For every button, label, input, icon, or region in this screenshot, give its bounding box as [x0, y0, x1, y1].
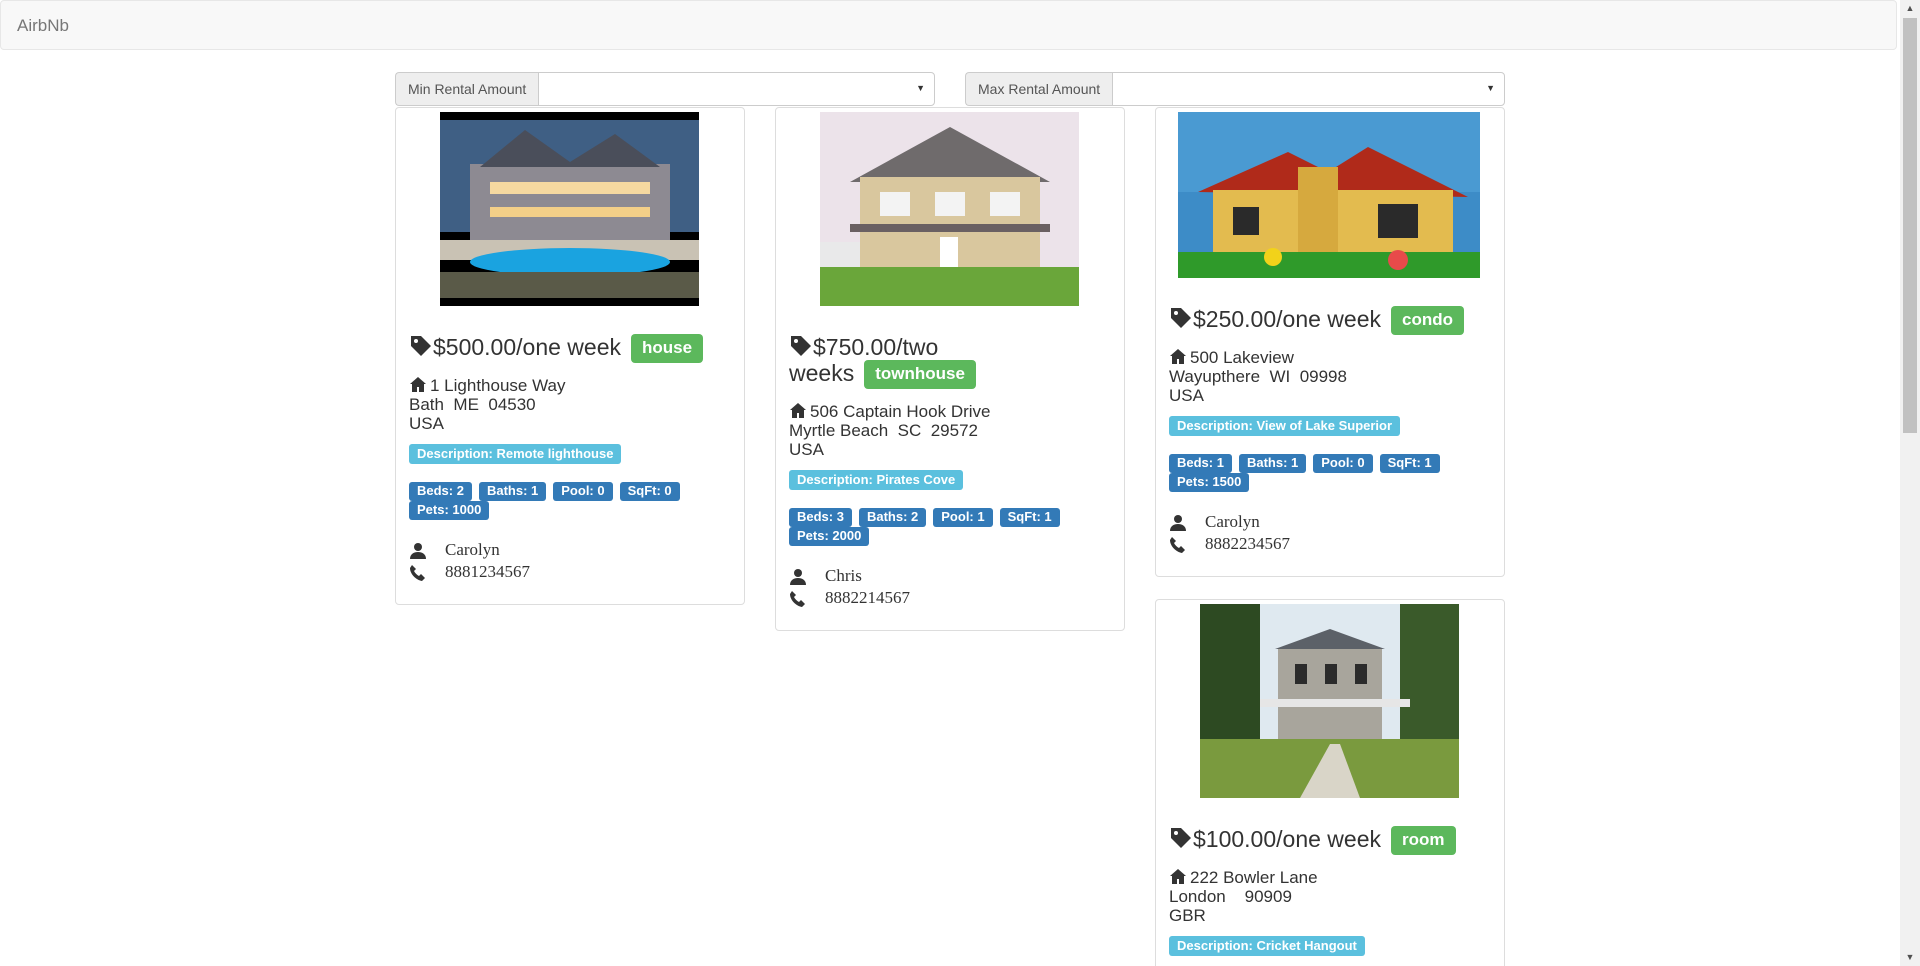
listing-price-row: $500.00/one week house — [409, 334, 704, 363]
listing-street: 1 Lighthouse Way — [430, 376, 566, 395]
max-rental-filter: Max Rental Amount ▼ — [965, 72, 1505, 106]
listing-price-row: $100.00/one week room — [1169, 826, 1456, 855]
page-scrollbar[interactable]: ▲ ▼ — [1900, 0, 1920, 966]
listing-city-line: London 90909 — [1169, 887, 1292, 906]
scroll-up-arrow-icon[interactable]: ▲ — [1900, 0, 1920, 17]
pets-badge: Pets: 2000 — [789, 527, 870, 546]
listing-card[interactable]: $500.00/one week house 1 Lighthouse Way B… — [395, 107, 745, 605]
home-icon — [790, 403, 806, 418]
max-rental-select[interactable]: ▼ — [1112, 72, 1505, 106]
listing-stats: Beds: 2 Baths: 1 Pool: 0 SqFt: 0 Pets: 1… — [409, 482, 709, 520]
user-icon — [790, 568, 806, 585]
listing-city-line: Myrtle Beach SC 29572 — [789, 421, 978, 440]
listing-country: USA — [1169, 386, 1204, 405]
listing-city-line: Bath ME 04530 — [409, 395, 536, 414]
listing-address: 222 Bowler Lane London 90909 GBR — [1169, 868, 1318, 925]
listing-address: 500 Lakeview Wayupthere WI 09998 USA — [1169, 348, 1347, 405]
phone-icon — [790, 590, 805, 607]
home-icon — [1170, 349, 1186, 364]
listing-card[interactable]: $100.00/one week room 222 Bowler Lane Lon… — [1155, 599, 1505, 966]
owner-phone: 8882234567 — [1205, 534, 1290, 553]
tag-icon — [411, 336, 431, 356]
beds-badge: Beds: 2 — [409, 482, 472, 501]
listing-price-row: $250.00/one week condo — [1169, 306, 1464, 335]
chevron-down-icon: ▼ — [916, 83, 925, 93]
listing-photo — [1200, 604, 1459, 798]
tag-icon — [1171, 308, 1191, 328]
sqft-badge: SqFt: 1 — [999, 508, 1060, 527]
listing-description: Description: View of Lake Superior — [1169, 416, 1401, 436]
owner-phone: 8882214567 — [825, 588, 910, 607]
owner-name: Carolyn — [445, 540, 500, 559]
pool-badge: Pool: 0 — [553, 482, 613, 501]
listing-price: $500.00/one week — [433, 334, 621, 360]
chevron-down-icon: ▼ — [1486, 83, 1495, 93]
listing-price-cont: weeks — [789, 360, 855, 386]
listing-stats: Beds: 1 Baths: 1 Pool: 0 SqFt: 1 Pets: 1… — [1169, 454, 1469, 492]
listing-address: 1 Lighthouse Way Bath ME 04530 USA — [409, 376, 565, 433]
min-rental-label: Min Rental Amount — [395, 72, 539, 106]
beds-badge: Beds: 3 — [789, 508, 852, 527]
listing-photo — [820, 112, 1079, 306]
pool-badge: Pool: 1 — [933, 508, 993, 527]
listing-card[interactable]: $750.00/two weeks townhouse 506 Captain H… — [775, 107, 1125, 631]
baths-badge: Baths: 2 — [858, 508, 927, 527]
listing-stats: Beds: 3 Baths: 2 Pool: 1 SqFt: 1 Pets: 2… — [789, 508, 1089, 546]
min-rental-filter: Min Rental Amount ▼ — [395, 72, 935, 106]
owner-name: Carolyn — [1205, 512, 1260, 531]
listing-owner: Chris 8882214567 — [789, 565, 910, 609]
pets-badge: Pets: 1000 — [409, 501, 490, 520]
listing-address: 506 Captain Hook Drive Myrtle Beach SC 2… — [789, 402, 990, 459]
pets-badge: Pets: 1500 — [1169, 473, 1250, 492]
scroll-thumb[interactable] — [1903, 18, 1917, 433]
listing-price-row: $750.00/two weeks townhouse — [789, 334, 976, 389]
page: AirbNb Min Rental Amount ▼ Max Rental Am… — [0, 0, 1920, 966]
listing-type-badge: house — [631, 334, 704, 363]
listing-type-badge: townhouse — [864, 360, 976, 389]
listing-type-badge: condo — [1391, 306, 1464, 335]
home-icon — [1170, 869, 1186, 884]
phone-icon — [1170, 536, 1185, 553]
owner-phone: 8881234567 — [445, 562, 530, 581]
navbar: AirbNb — [0, 0, 1897, 50]
owner-name: Chris — [825, 566, 862, 585]
listing-country: GBR — [1169, 906, 1206, 925]
listing-price: $250.00/one week — [1193, 306, 1381, 332]
listing-description: Description: Remote lighthouse — [409, 444, 622, 464]
baths-badge: Baths: 1 — [1238, 454, 1307, 473]
min-rental-select[interactable]: ▼ — [538, 72, 935, 106]
listing-price: $100.00/one week — [1193, 826, 1381, 852]
listing-photo — [1178, 112, 1480, 278]
listing-price: $750.00/two — [813, 334, 939, 360]
sqft-badge: SqFt: 1 — [1379, 454, 1440, 473]
listing-street: 506 Captain Hook Drive — [810, 402, 991, 421]
listing-owner: Carolyn 8882234567 — [1169, 511, 1290, 555]
tag-icon — [1171, 828, 1191, 848]
phone-icon — [410, 564, 425, 581]
tag-icon — [791, 336, 811, 356]
listing-city-line: Wayupthere WI 09998 — [1169, 367, 1347, 386]
listing-description: Description: Pirates Cove — [789, 470, 964, 490]
baths-badge: Baths: 1 — [478, 482, 547, 501]
listing-card[interactable]: $250.00/one week condo 500 Lakeview Wayup… — [1155, 107, 1505, 577]
listing-country: USA — [789, 440, 824, 459]
beds-badge: Beds: 1 — [1169, 454, 1232, 473]
listing-country: USA — [409, 414, 444, 433]
listing-description: Description: Cricket Hangout — [1169, 936, 1365, 956]
pool-badge: Pool: 0 — [1313, 454, 1373, 473]
listing-street: 500 Lakeview — [1190, 348, 1294, 367]
user-icon — [410, 542, 426, 559]
sqft-badge: SqFt: 0 — [619, 482, 680, 501]
navbar-brand[interactable]: AirbNb — [17, 16, 69, 36]
home-icon — [410, 377, 426, 392]
listing-street: 222 Bowler Lane — [1190, 868, 1318, 887]
scroll-down-arrow-icon[interactable]: ▼ — [1900, 949, 1920, 966]
listing-type-badge: room — [1391, 826, 1456, 855]
max-rental-label: Max Rental Amount — [965, 72, 1113, 106]
user-icon — [1170, 514, 1186, 531]
listing-owner: Carolyn 8881234567 — [409, 539, 530, 583]
listing-photo — [440, 112, 699, 306]
